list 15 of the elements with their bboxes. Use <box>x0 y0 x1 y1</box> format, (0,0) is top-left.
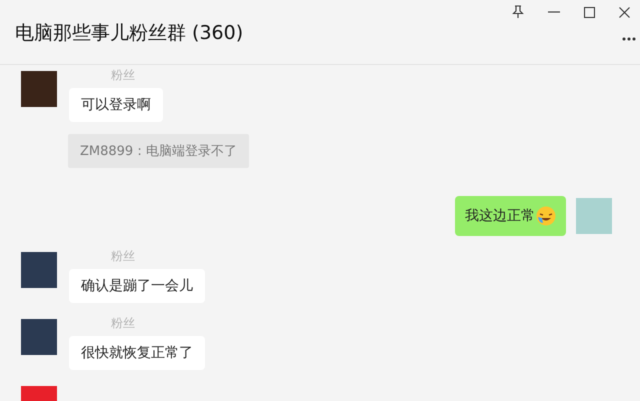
message-bubble: 我这边正常 <box>455 196 566 236</box>
close-icon[interactable] <box>619 6 630 18</box>
maximize-icon[interactable] <box>584 6 595 18</box>
quoted-message: ZM8899 : 电脑端登录不了 <box>68 134 249 168</box>
sender-name: 粉丝 <box>110 315 135 332</box>
message-bubble: 确认是蹦了一会儿 <box>69 269 205 303</box>
pin-icon[interactable] <box>512 5 524 19</box>
window-title: 电脑那些事儿粉丝群 (360) <box>15 21 244 46</box>
message-bubble: 可以登录啊 <box>69 88 163 122</box>
sender-name: 粉丝 <box>110 248 135 265</box>
laughing-emoji-icon <box>536 206 556 226</box>
more-icon[interactable] <box>622 37 636 41</box>
minimize-icon[interactable] <box>548 11 560 13</box>
message-bubble: 很快就恢复正常了 <box>69 336 205 370</box>
sender-name: 粉丝 <box>110 67 135 84</box>
